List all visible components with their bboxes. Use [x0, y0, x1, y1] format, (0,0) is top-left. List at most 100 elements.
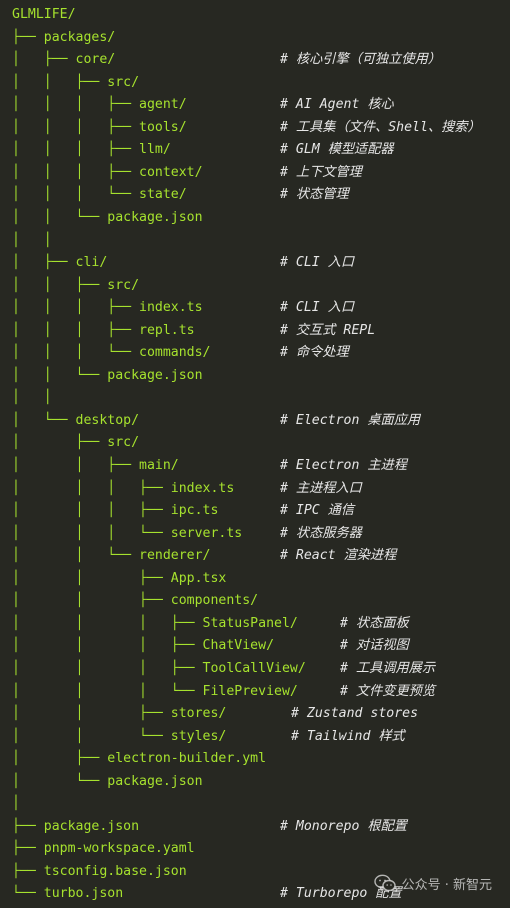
- tree-line: GLMLIFE/: [12, 5, 76, 25]
- tree-comment: # Zustand stores: [291, 706, 419, 722]
- tree-path: │ │ │ ├── agent/: [12, 97, 187, 113]
- tree-path: │ ├── core/: [12, 52, 116, 68]
- tree-path: ├── packages/: [12, 29, 116, 45]
- tree-line: ├── tsconfig.base.json: [12, 862, 187, 882]
- tree-path: │ │ │ ├── repl.ts: [12, 322, 195, 338]
- tree-line: │ │: [12, 231, 52, 251]
- tree-path: │ └── desktop/: [12, 412, 140, 428]
- tree-path: │ │ └── styles/: [12, 728, 227, 744]
- tree-line: │ ├── src/: [12, 433, 139, 453]
- tree-path: │ │ │ └── commands/: [12, 345, 211, 361]
- tree-path: │ │ │ ├── index.ts: [12, 480, 235, 496]
- tree-line: ├── packages/: [12, 28, 115, 48]
- tree-path: └── turbo.json: [12, 886, 124, 902]
- tree-path: │ │ └── package.json: [12, 209, 203, 225]
- tree-comment: # 核心引擎（可独立使用）: [280, 52, 441, 68]
- tree-path: │ │ │ ├── ToolCallView/: [12, 660, 306, 676]
- tree-line: ├── pnpm-workspace.yaml: [12, 839, 195, 859]
- tree-line: │ │ │ └── server.ts: [12, 524, 242, 544]
- tree-line: │ │ │ └── FilePreview/: [12, 682, 298, 702]
- tree-line: │ │ │ └── commands/: [12, 343, 211, 363]
- directory-tree: GLMLIFE/ ├── packages/ │ ├── core/ # 核心引擎（可…: [0, 0, 510, 908]
- tree-path: │ │ │ ├── context/: [12, 164, 203, 180]
- tree-path: │ │ ├── src/: [12, 74, 140, 90]
- tree-path: │ │: [12, 232, 52, 248]
- tree-line: │ └── package.json: [12, 772, 203, 792]
- tree-path: │ │ ├── stores/: [12, 706, 227, 722]
- tree-path: │ │: [12, 390, 52, 406]
- tree-comment: # 上下文管理: [280, 164, 362, 180]
- tree-path: │ │ └── renderer/: [12, 548, 211, 564]
- tree-comment: # 主进程入口: [280, 480, 362, 496]
- tree-line: │ │ └── package.json: [12, 208, 203, 228]
- tree-line: │ │ ├── stores/: [12, 704, 226, 724]
- tree-path: │ └── package.json: [12, 773, 203, 789]
- tree-comment: # 工具调用展示: [340, 660, 436, 676]
- tree-path: │: [12, 796, 20, 812]
- tree-line: │ ├── cli/: [12, 253, 107, 273]
- tree-path: │ │ ├── components/: [12, 593, 259, 609]
- tree-line: │ │ │ ├── ipc.ts: [12, 501, 218, 521]
- tree-path: ├── pnpm-workspace.yaml: [12, 841, 195, 857]
- tree-path: │ │ │ ├── index.ts: [12, 300, 203, 316]
- tree-comment: # 对话视图: [340, 638, 409, 654]
- tree-comment: # Electron 主进程: [280, 458, 407, 473]
- tree-line: │ └── desktop/: [12, 411, 139, 431]
- tree-line: │ │ │ ├── repl.ts: [12, 321, 195, 341]
- tree-path: │ │ ├── src/: [12, 277, 140, 293]
- tree-line: │ │ ├── main/: [12, 456, 179, 476]
- tree-path: │ │ │ ├── StatusPanel/: [12, 615, 298, 631]
- tree-path: ├── tsconfig.base.json: [12, 863, 187, 879]
- tree-line: │ │ └── styles/: [12, 727, 226, 747]
- tree-path: │ ├── electron-builder.yml: [12, 751, 267, 767]
- tree-line: └── turbo.json: [12, 884, 123, 904]
- tree-line: │ │ │ ├── ToolCallView/: [12, 659, 306, 679]
- tree-line: │ │ └── package.json: [12, 366, 203, 386]
- tree-comment: # GLM 模型适配器: [280, 142, 394, 158]
- tree-line: │ ├── core/: [12, 50, 115, 70]
- tree-line: │ │ │ └── state/: [12, 185, 187, 205]
- tree-comment: # 交互式 REPL: [280, 322, 376, 338]
- tree-comment: # IPC 通信: [280, 503, 355, 519]
- tree-line: │ │: [12, 388, 52, 408]
- tree-path: │ │ │ ├── ipc.ts: [12, 503, 219, 519]
- tree-line: │ │ │ ├── ChatView/: [12, 636, 274, 656]
- tree-path: │ │ │ ├── llm/: [12, 142, 171, 158]
- tree-comment: # Electron 桌面应用: [280, 412, 421, 428]
- tree-line: │ │ └── renderer/: [12, 546, 211, 566]
- tree-path: ├── package.json: [12, 818, 140, 834]
- tree-path: │ ├── src/: [12, 435, 140, 451]
- tree-line: │ │ ├── src/: [12, 73, 139, 93]
- tree-comment: # 工具集（文件、Shell、搜索）: [280, 119, 481, 135]
- tree-path: │ │ ├── App.tsx: [12, 570, 227, 586]
- tree-comment: # 状态面板: [340, 615, 409, 631]
- tree-path: │ │ ├── main/: [12, 458, 179, 473]
- tree-line: │: [12, 794, 20, 814]
- tree-line: │ │ ├── App.tsx: [12, 569, 226, 589]
- tree-path: │ │ │ └── server.ts: [12, 525, 243, 541]
- tree-line: │ │ │ ├── index.ts: [12, 479, 234, 499]
- tree-comment: # 命令处理: [280, 345, 349, 361]
- tree-comment: # React 渲染进程: [280, 548, 397, 564]
- tree-comment: # 状态服务器: [280, 525, 362, 541]
- tree-line: │ │ ├── src/: [12, 276, 139, 296]
- tree-comment: # CLI 入口: [280, 300, 355, 316]
- tree-line: │ │ │ ├── agent/: [12, 95, 187, 115]
- tree-comment: # CLI 入口: [280, 255, 355, 271]
- tree-line: │ │ │ ├── tools/: [12, 118, 187, 138]
- tree-path: GLMLIFE/: [12, 7, 76, 22]
- tree-path: │ │ │ └── FilePreview/: [12, 683, 298, 699]
- watermark-text: 公众号 · 新智元: [401, 877, 492, 893]
- tree-line: │ │ │ ├── llm/: [12, 140, 171, 160]
- tree-line: │ ├── electron-builder.yml: [12, 749, 266, 769]
- tree-comment: # Monorepo 根配置: [280, 818, 407, 834]
- watermark: 公众号 · 新智元: [373, 872, 492, 894]
- tree-comment: # 状态管理: [280, 187, 349, 203]
- tree-path: │ ├── cli/: [12, 255, 108, 271]
- tree-comment: # AI Agent 核心: [280, 97, 394, 113]
- tree-line: │ │ │ ├── StatusPanel/: [12, 614, 298, 634]
- tree-line: │ │ ├── components/: [12, 591, 258, 611]
- tree-path: │ │ └── package.json: [12, 367, 203, 383]
- tree-line: │ │ │ ├── index.ts: [12, 298, 203, 318]
- tree-comment: # Tailwind 样式: [291, 728, 405, 744]
